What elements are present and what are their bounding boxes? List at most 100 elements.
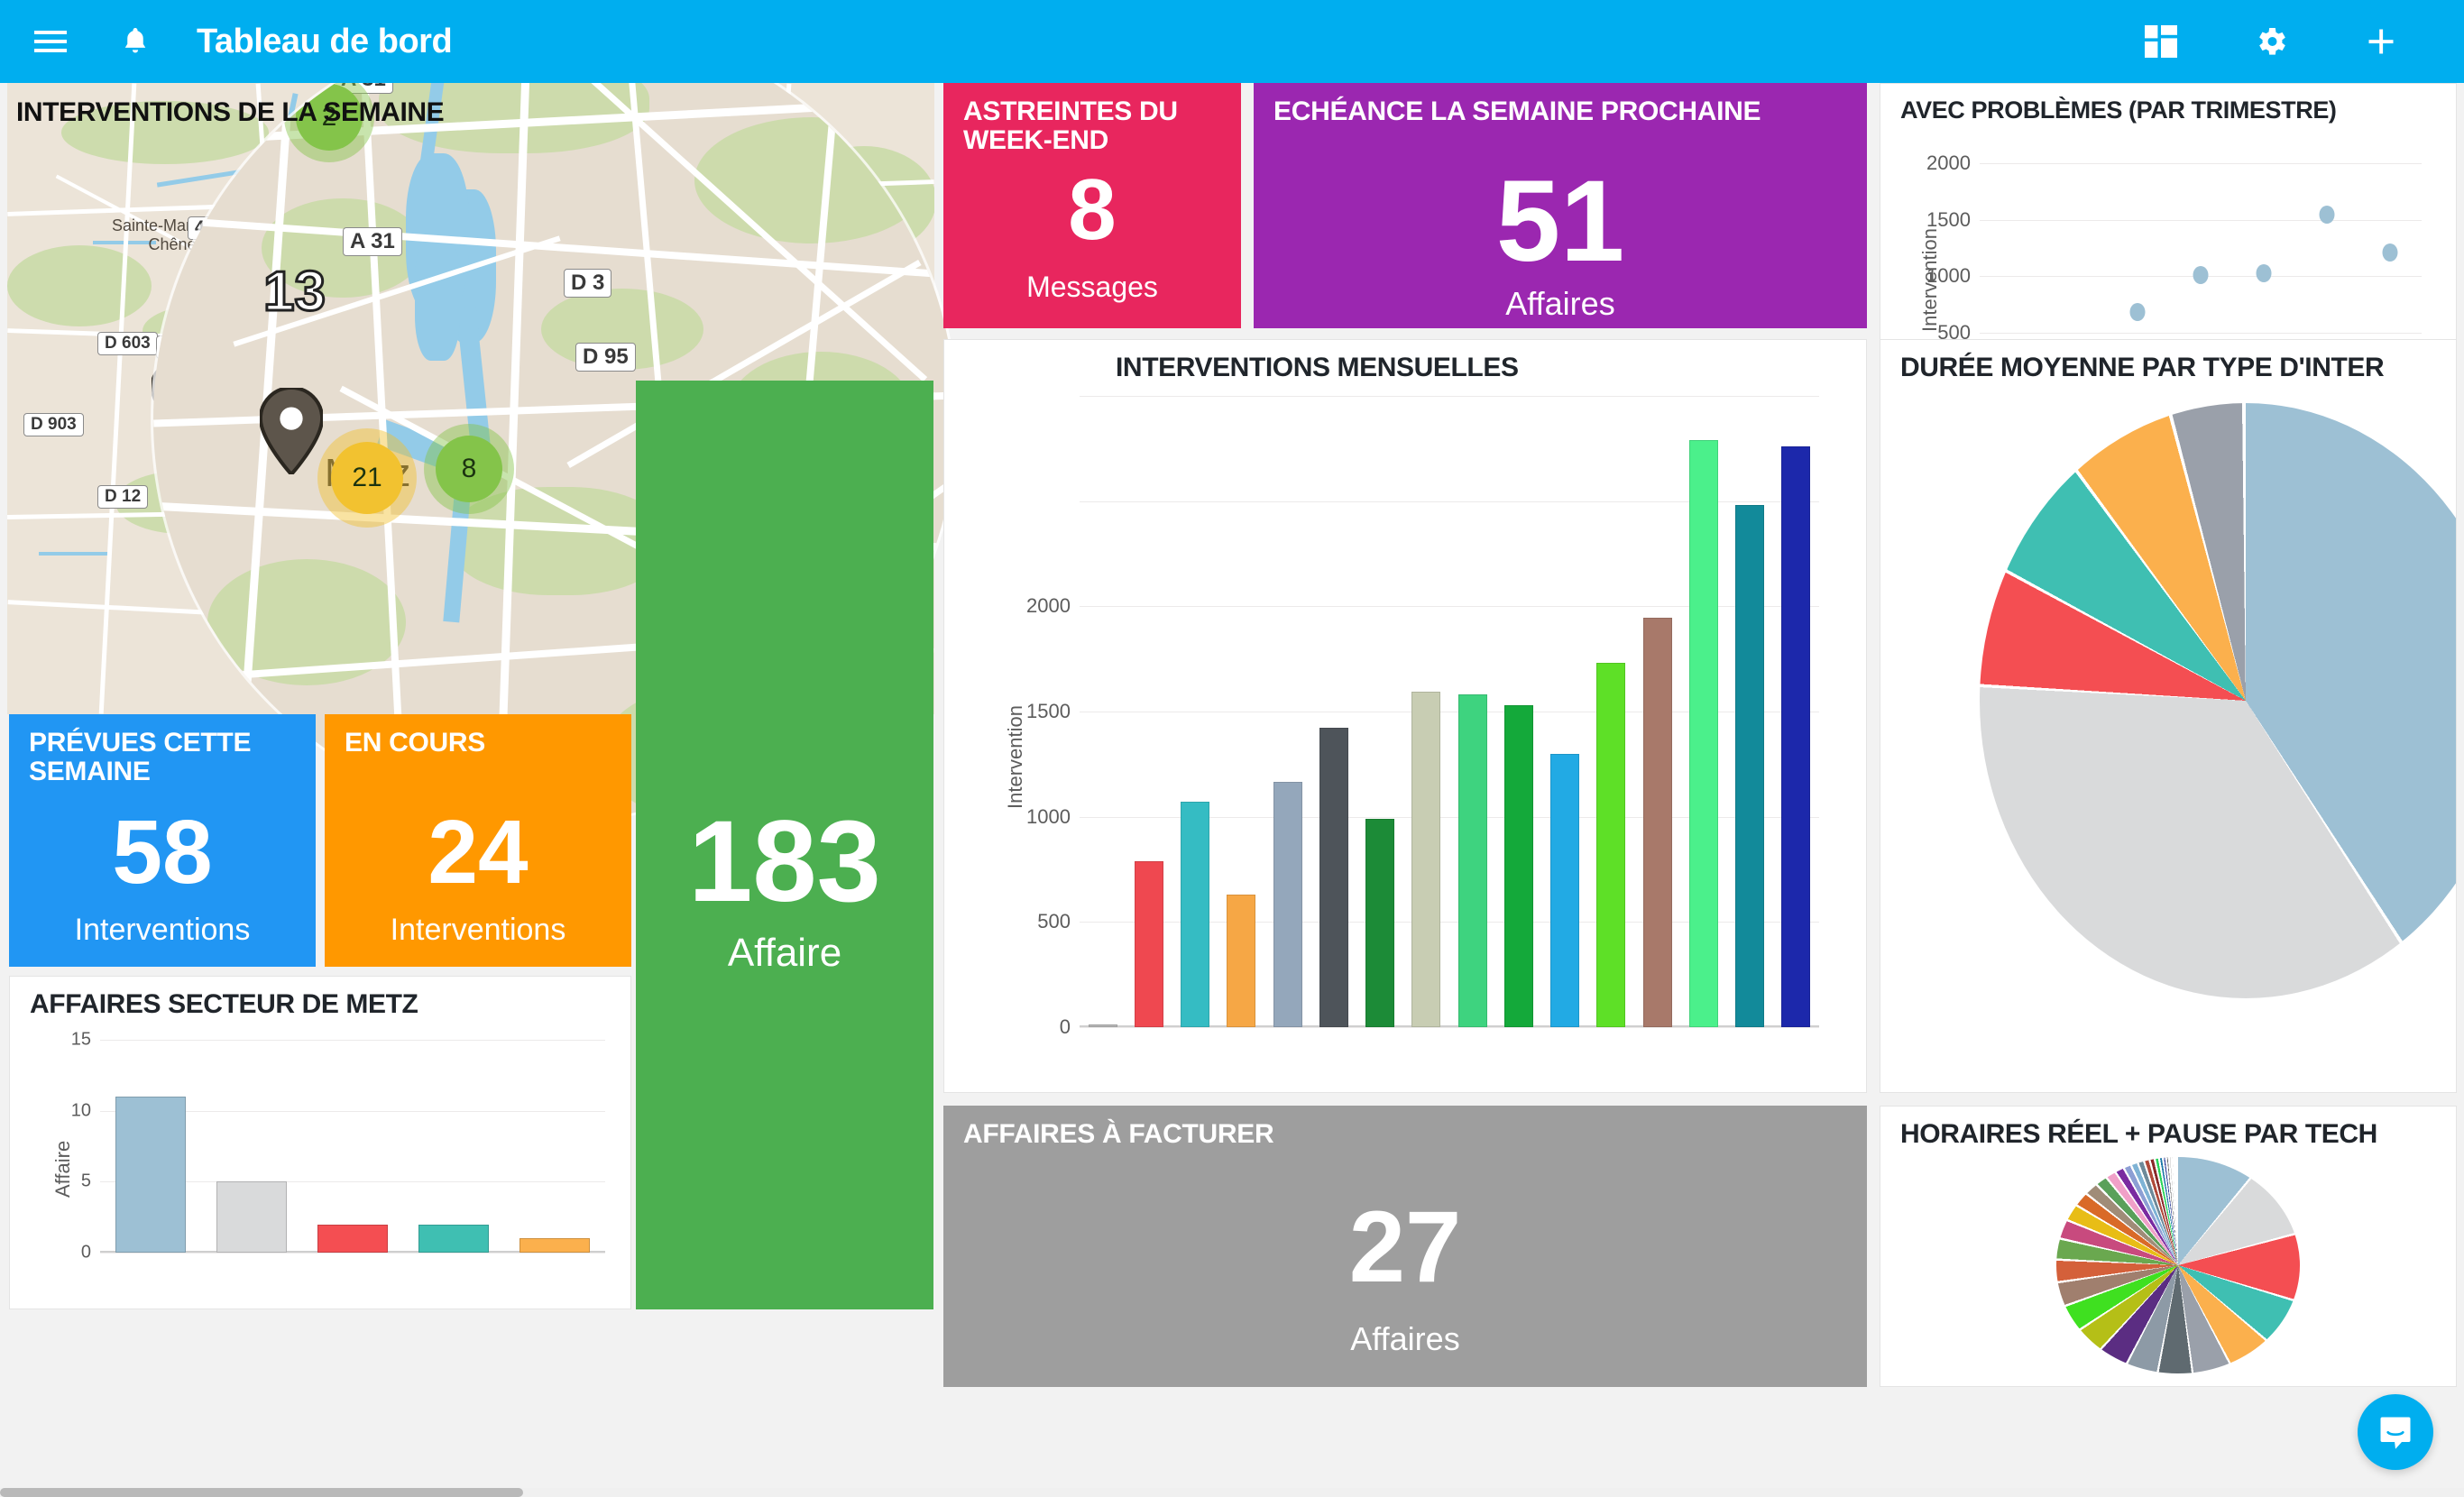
scatter-point[interactable] xyxy=(2193,265,2209,284)
scatter-gridline xyxy=(1980,219,2422,221)
pie-duree-moyenne[interactable] xyxy=(1980,403,2456,998)
bar-y-tick: 1500 xyxy=(1026,700,1071,722)
metz-gridline xyxy=(100,1253,605,1254)
chart-duree-moyenne[interactable]: DURÉE MOYENNE PAR TYPE D'INTER xyxy=(1880,339,2457,1093)
bar-y-tick: 1000 xyxy=(1026,804,1071,828)
map-cluster-13[interactable]: 13 xyxy=(262,260,327,325)
chat-bubble-icon[interactable] xyxy=(2358,1394,2433,1470)
kpi-affaires-a-facturer[interactable]: AFFAIRES À FACTURER 27 Affaires xyxy=(943,1106,1867,1387)
kpi-value: 24 xyxy=(428,802,529,903)
bar-item[interactable] xyxy=(1411,691,1441,1027)
chart-title: AFFAIRES SECTEUR DE METZ xyxy=(30,989,418,1019)
map-pin[interactable] xyxy=(258,385,325,478)
road-shield: D 3 xyxy=(564,269,612,298)
map-chart-title: INTERVENTIONS DE LA SEMAINE xyxy=(16,97,445,127)
kpi-unit: Interventions xyxy=(390,913,566,947)
metz-y-tick: 15 xyxy=(70,1029,91,1050)
map-cluster-8[interactable]: 8 xyxy=(424,424,514,514)
kpi-title: ECHÉANCE LA SEMAINE PROCHAINE xyxy=(1273,96,1761,126)
kpi-value: 27 xyxy=(1348,1190,1462,1303)
scatter-point[interactable] xyxy=(2256,264,2272,283)
chart-title: HORAIRES RÉEL + PAUSE PAR TECH xyxy=(1900,1119,2377,1149)
scatter-point[interactable] xyxy=(2319,206,2335,225)
kpi-title: ASTREINTES DU WEEK-END xyxy=(963,96,1178,155)
bar-item[interactable] xyxy=(1550,753,1579,1027)
chart-affaires-secteur-metz[interactable]: AFFAIRES SECTEUR DE METZ 0 5 10 15 Affaire xyxy=(9,976,631,1309)
kpi-unit: Interventions xyxy=(74,913,251,947)
road-shield: D 95 xyxy=(575,343,636,372)
bar-y-tick: 500 xyxy=(1037,910,1071,933)
bar-item[interactable] xyxy=(317,1224,389,1253)
kpi-astreintes-weekend[interactable]: ASTREINTES DU WEEK-END 8 Messages xyxy=(943,83,1241,328)
kpi-unit: Affaire xyxy=(727,931,842,975)
page-title: Tableau de bord xyxy=(197,22,453,60)
kpi-title: AFFAIRES À FACTURER xyxy=(963,1119,1274,1149)
bar-item[interactable] xyxy=(1227,895,1256,1027)
road-shield: D 603 xyxy=(97,332,158,355)
bar-item[interactable] xyxy=(1781,446,1811,1027)
bar-y-tick: 2000 xyxy=(1026,594,1071,618)
kpi-title: EN COURS xyxy=(345,728,485,758)
bar-item[interactable] xyxy=(1365,819,1394,1027)
bar-item[interactable] xyxy=(1596,663,1626,1027)
bar-plot-area: 0 500 1000 1500 2000 xyxy=(1026,396,1819,1038)
kpi-value: 8 xyxy=(1068,161,1117,258)
bar-item[interactable] xyxy=(1642,618,1672,1027)
kpi-value: 58 xyxy=(112,802,213,903)
pie-horaires-reel-pause[interactable] xyxy=(2056,1157,2300,1373)
scatter-y-axis-label: Intervention xyxy=(1918,228,1941,332)
kpi-en-cours[interactable]: EN COURS 24 Interventions xyxy=(325,714,631,967)
bar-item[interactable] xyxy=(1134,860,1163,1027)
chart-title: AVEC PROBLÈMES (PAR TRIMESTRE) xyxy=(1900,96,2337,124)
scatter-gridline xyxy=(1980,332,2422,334)
scrollbar-thumb[interactable] xyxy=(0,1488,523,1497)
kpi-affaires-total[interactable]: 183 Affaire xyxy=(636,381,933,1309)
chart-title: DURÉE MOYENNE PAR TYPE D'INTER xyxy=(1900,353,2385,382)
bar-item[interactable] xyxy=(216,1181,288,1253)
scatter-point[interactable] xyxy=(2382,243,2398,262)
bar-item[interactable] xyxy=(519,1238,591,1253)
bar-y-axis-label: Intervention xyxy=(1004,705,1026,809)
kpi-unit: Affaires xyxy=(1350,1320,1460,1357)
scatter-y-tick: 2000 xyxy=(1926,152,1971,174)
scatter-point[interactable] xyxy=(2129,302,2146,321)
bar-item[interactable] xyxy=(1088,1024,1117,1027)
scatter-gridline xyxy=(1980,163,2422,164)
metz-y-tick: 5 xyxy=(80,1171,91,1191)
map-cluster-21[interactable]: 21 xyxy=(317,428,417,528)
chart-interventions-mensuelles[interactable]: INTERVENTIONS MENSUELLES 0 500 1000 1500 200… xyxy=(943,339,1867,1093)
bar-item[interactable] xyxy=(1319,727,1348,1027)
bar-y-tick: 0 xyxy=(1059,1015,1071,1038)
hamburger-menu-icon[interactable] xyxy=(22,13,79,70)
bar-item[interactable] xyxy=(1735,505,1764,1027)
bar-item[interactable] xyxy=(1181,802,1209,1027)
kpi-title: PRÉVUES CETTE SEMAINE xyxy=(29,728,252,786)
bar-item[interactable] xyxy=(418,1224,490,1253)
bar-gridline xyxy=(1080,396,1819,397)
gear-icon[interactable] xyxy=(2242,13,2300,70)
app-header: Tableau de bord xyxy=(0,0,2464,83)
plus-icon[interactable] xyxy=(2352,13,2410,70)
kpi-prevues-cette-semaine[interactable]: PRÉVUES CETTE SEMAINE 58 Interventions xyxy=(9,714,316,967)
bar-item[interactable] xyxy=(1503,705,1533,1027)
chart-horaires-reel-pause[interactable]: HORAIRES RÉEL + PAUSE PAR TECH xyxy=(1880,1106,2457,1387)
dashboard-grid-icon[interactable] xyxy=(2132,13,2190,70)
bar-item[interactable] xyxy=(1457,694,1487,1027)
metz-gridline xyxy=(100,1040,605,1041)
bar-item[interactable] xyxy=(1273,782,1302,1027)
road-shield: D 12 xyxy=(97,485,149,509)
kpi-value: 183 xyxy=(688,797,881,926)
bar-item[interactable] xyxy=(115,1096,187,1253)
bar-plot-area: 0 5 10 15 xyxy=(71,1030,605,1263)
bar-gridline xyxy=(1080,1027,1819,1028)
kpi-value: 51 xyxy=(1495,157,1625,286)
chart-title: INTERVENTIONS MENSUELLES xyxy=(1116,353,1519,382)
road-shield: D 903 xyxy=(23,413,84,436)
bar-item[interactable] xyxy=(1688,440,1718,1027)
horizontal-scrollbar[interactable] xyxy=(0,1488,2464,1497)
kpi-unit: Messages xyxy=(1026,271,1158,303)
metz-y-tick: 0 xyxy=(80,1242,91,1263)
metz-y-axis-label: Affaire xyxy=(51,1140,74,1198)
kpi-echeance-semaine-prochaine[interactable]: ECHÉANCE LA SEMAINE PROCHAINE 51 Affaire… xyxy=(1254,83,1867,328)
bell-icon[interactable] xyxy=(106,13,164,70)
